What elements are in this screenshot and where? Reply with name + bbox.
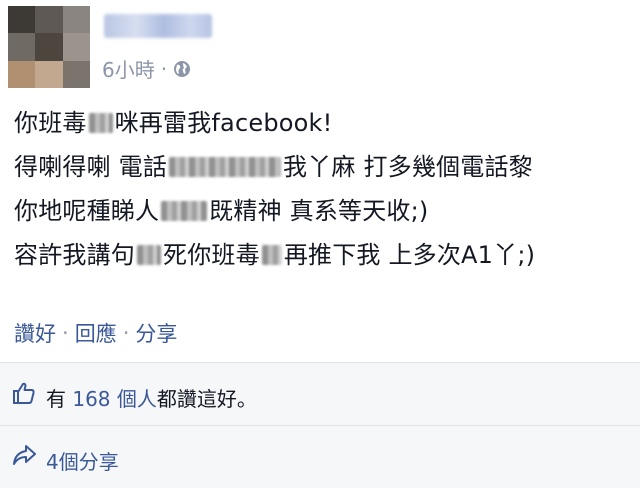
post-text: 你地呢種睇人 <box>14 197 160 225</box>
comment-link[interactable]: 回應 <box>75 318 117 348</box>
post-line-3: 你地呢種睇人 既精神 真系等天收;) <box>14 188 634 232</box>
share-arrow-icon <box>13 445 36 465</box>
shares-count-link[interactable]: 4個分享 <box>46 446 119 475</box>
like-link[interactable]: 讚好 <box>14 318 56 348</box>
redacted-text <box>88 113 113 133</box>
globe-icon[interactable] <box>173 60 191 78</box>
facebook-post: 6小時 · 你班毒 咪再雷我facebook! 得喇得喇 電話 我丫麻 打多幾個電話… <box>0 0 640 488</box>
author-name-redacted[interactable] <box>104 14 212 38</box>
likes-count-link[interactable]: 168 個人 <box>72 387 157 411</box>
post-text: 既精神 真系等天收;) <box>209 197 429 225</box>
post-meta: 6小時 · <box>102 54 191 83</box>
likes-suffix: 都讚這好。 <box>156 387 257 411</box>
post-text: 咪再雷我facebook! <box>114 109 333 137</box>
likes-row: 有 168 個人都讚這好。 <box>0 363 640 426</box>
post-actions: 讚好 · 回應 · 分享 <box>14 318 177 348</box>
post-line-1: 你班毒 咪再雷我facebook! <box>14 100 634 144</box>
post-text: 容許我講句 <box>14 241 135 269</box>
post-text: 我丫麻 打多幾個電話黎 <box>283 153 533 181</box>
redacted-text <box>261 245 282 265</box>
post-text: 得喇得喇 電話 <box>14 153 168 181</box>
post-timestamp[interactable]: 6小時 <box>102 54 155 83</box>
action-separator: · <box>62 321 69 345</box>
likes-summary: 有 168 個人都讚這好。 <box>46 383 257 412</box>
action-separator: · <box>122 321 130 345</box>
redacted-text <box>137 245 161 265</box>
post-line-2: 得喇得喇 電話 我丫麻 打多幾個電話黎 <box>14 144 634 188</box>
post-content: 你班毒 咪再雷我facebook! 得喇得喇 電話 我丫麻 打多幾個電話黎 你地呢種… <box>14 100 634 276</box>
post-text: 死你班毒 <box>163 241 260 269</box>
post-text: 你班毒 <box>14 109 87 137</box>
share-link[interactable]: 分享 <box>135 318 177 348</box>
likes-prefix: 有 <box>46 387 66 411</box>
shares-row[interactable]: 4個分享 <box>0 426 640 486</box>
post-text: 再推下我 上多次A1丫;) <box>283 241 536 269</box>
post-line-4: 容許我講句 死你班毒 再推下我 上多次A1丫;) <box>14 232 634 276</box>
avatar[interactable] <box>8 6 90 88</box>
redacted-text <box>161 201 208 221</box>
meta-separator: · <box>160 56 168 81</box>
thumbs-up-icon <box>13 382 35 404</box>
post-footer: 有 168 個人都讚這好。 4個分享 <box>0 362 640 488</box>
redacted-text <box>169 157 282 177</box>
